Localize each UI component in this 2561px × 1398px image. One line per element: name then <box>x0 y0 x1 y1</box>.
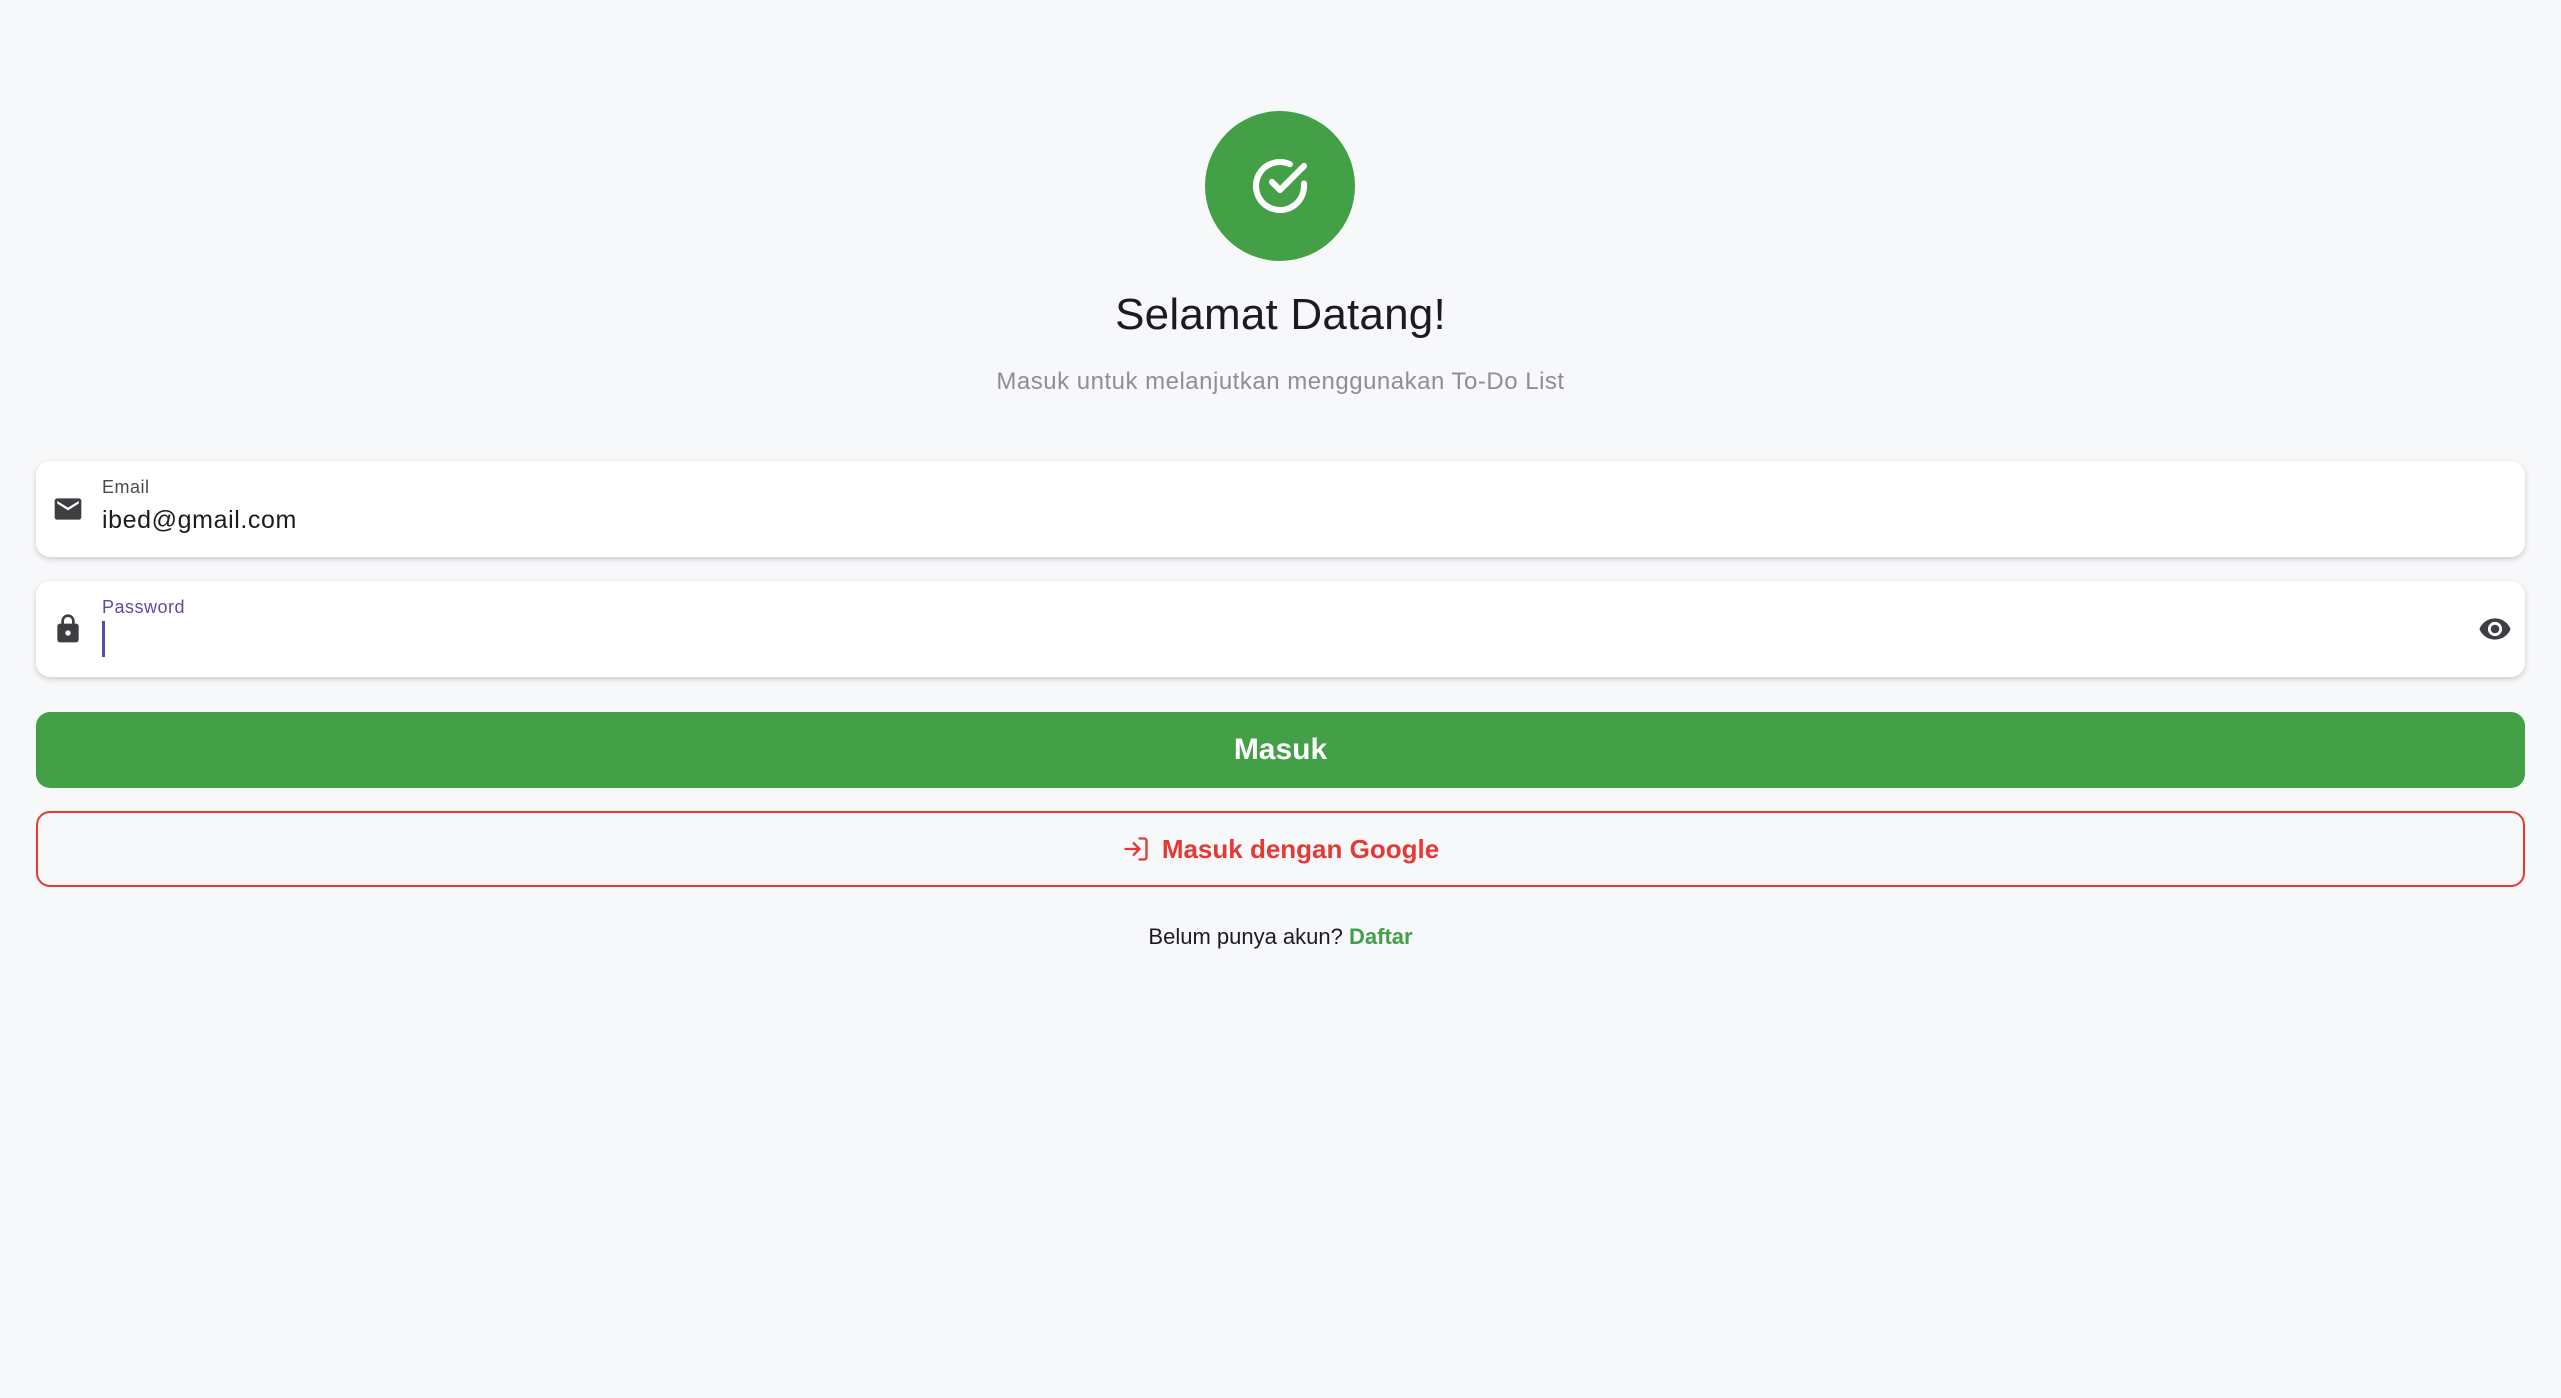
email-field[interactable]: Email ibed@gmail.com <box>36 461 2525 557</box>
login-button[interactable]: Masuk <box>36 712 2525 788</box>
app-logo <box>1205 111 1355 261</box>
password-field[interactable]: Password <box>36 581 2525 677</box>
toggle-password-visibility-button[interactable] <box>2475 609 2515 649</box>
register-prompt: Belum punya akun? Daftar <box>0 924 2561 950</box>
email-label: Email <box>102 477 150 497</box>
google-login-button[interactable]: Masuk dengan Google <box>36 811 2525 887</box>
login-icon <box>1124 837 1148 861</box>
check-circle-icon <box>1252 159 1308 214</box>
register-link[interactable]: Daftar <box>1349 924 1413 949</box>
login-page: Selamat Datang! Masuk untuk melanjutkan … <box>0 0 2561 1398</box>
google-login-label: Masuk dengan Google <box>1161 833 1440 864</box>
lock-icon <box>50 611 86 647</box>
mail-icon <box>50 491 86 527</box>
email-input[interactable]: ibed@gmail.com <box>102 506 297 535</box>
page-subtitle: Masuk untuk melanjutkan menggunakan To-D… <box>996 368 1565 395</box>
page-title: Selamat Datang! <box>1115 290 1446 339</box>
password-label: Password <box>102 597 186 617</box>
register-prompt-text: Belum punya akun? <box>1148 924 1343 949</box>
text-cursor <box>102 621 105 657</box>
eye-icon <box>2479 618 2511 640</box>
